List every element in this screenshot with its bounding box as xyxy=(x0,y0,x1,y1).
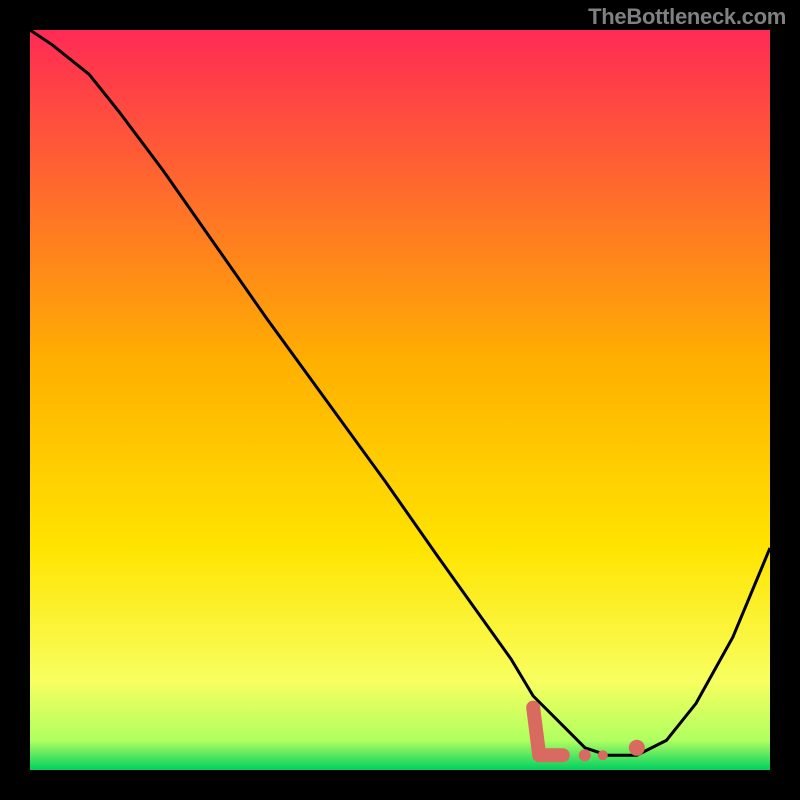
marker-dot-small xyxy=(579,749,591,761)
marker-dot xyxy=(629,740,645,756)
chart-frame: TheBottleneck.com xyxy=(0,0,800,800)
watermark-text: TheBottleneck.com xyxy=(588,4,786,30)
marker-dot-small xyxy=(598,750,608,760)
plot-svg xyxy=(30,30,770,770)
plot-area xyxy=(30,30,770,770)
